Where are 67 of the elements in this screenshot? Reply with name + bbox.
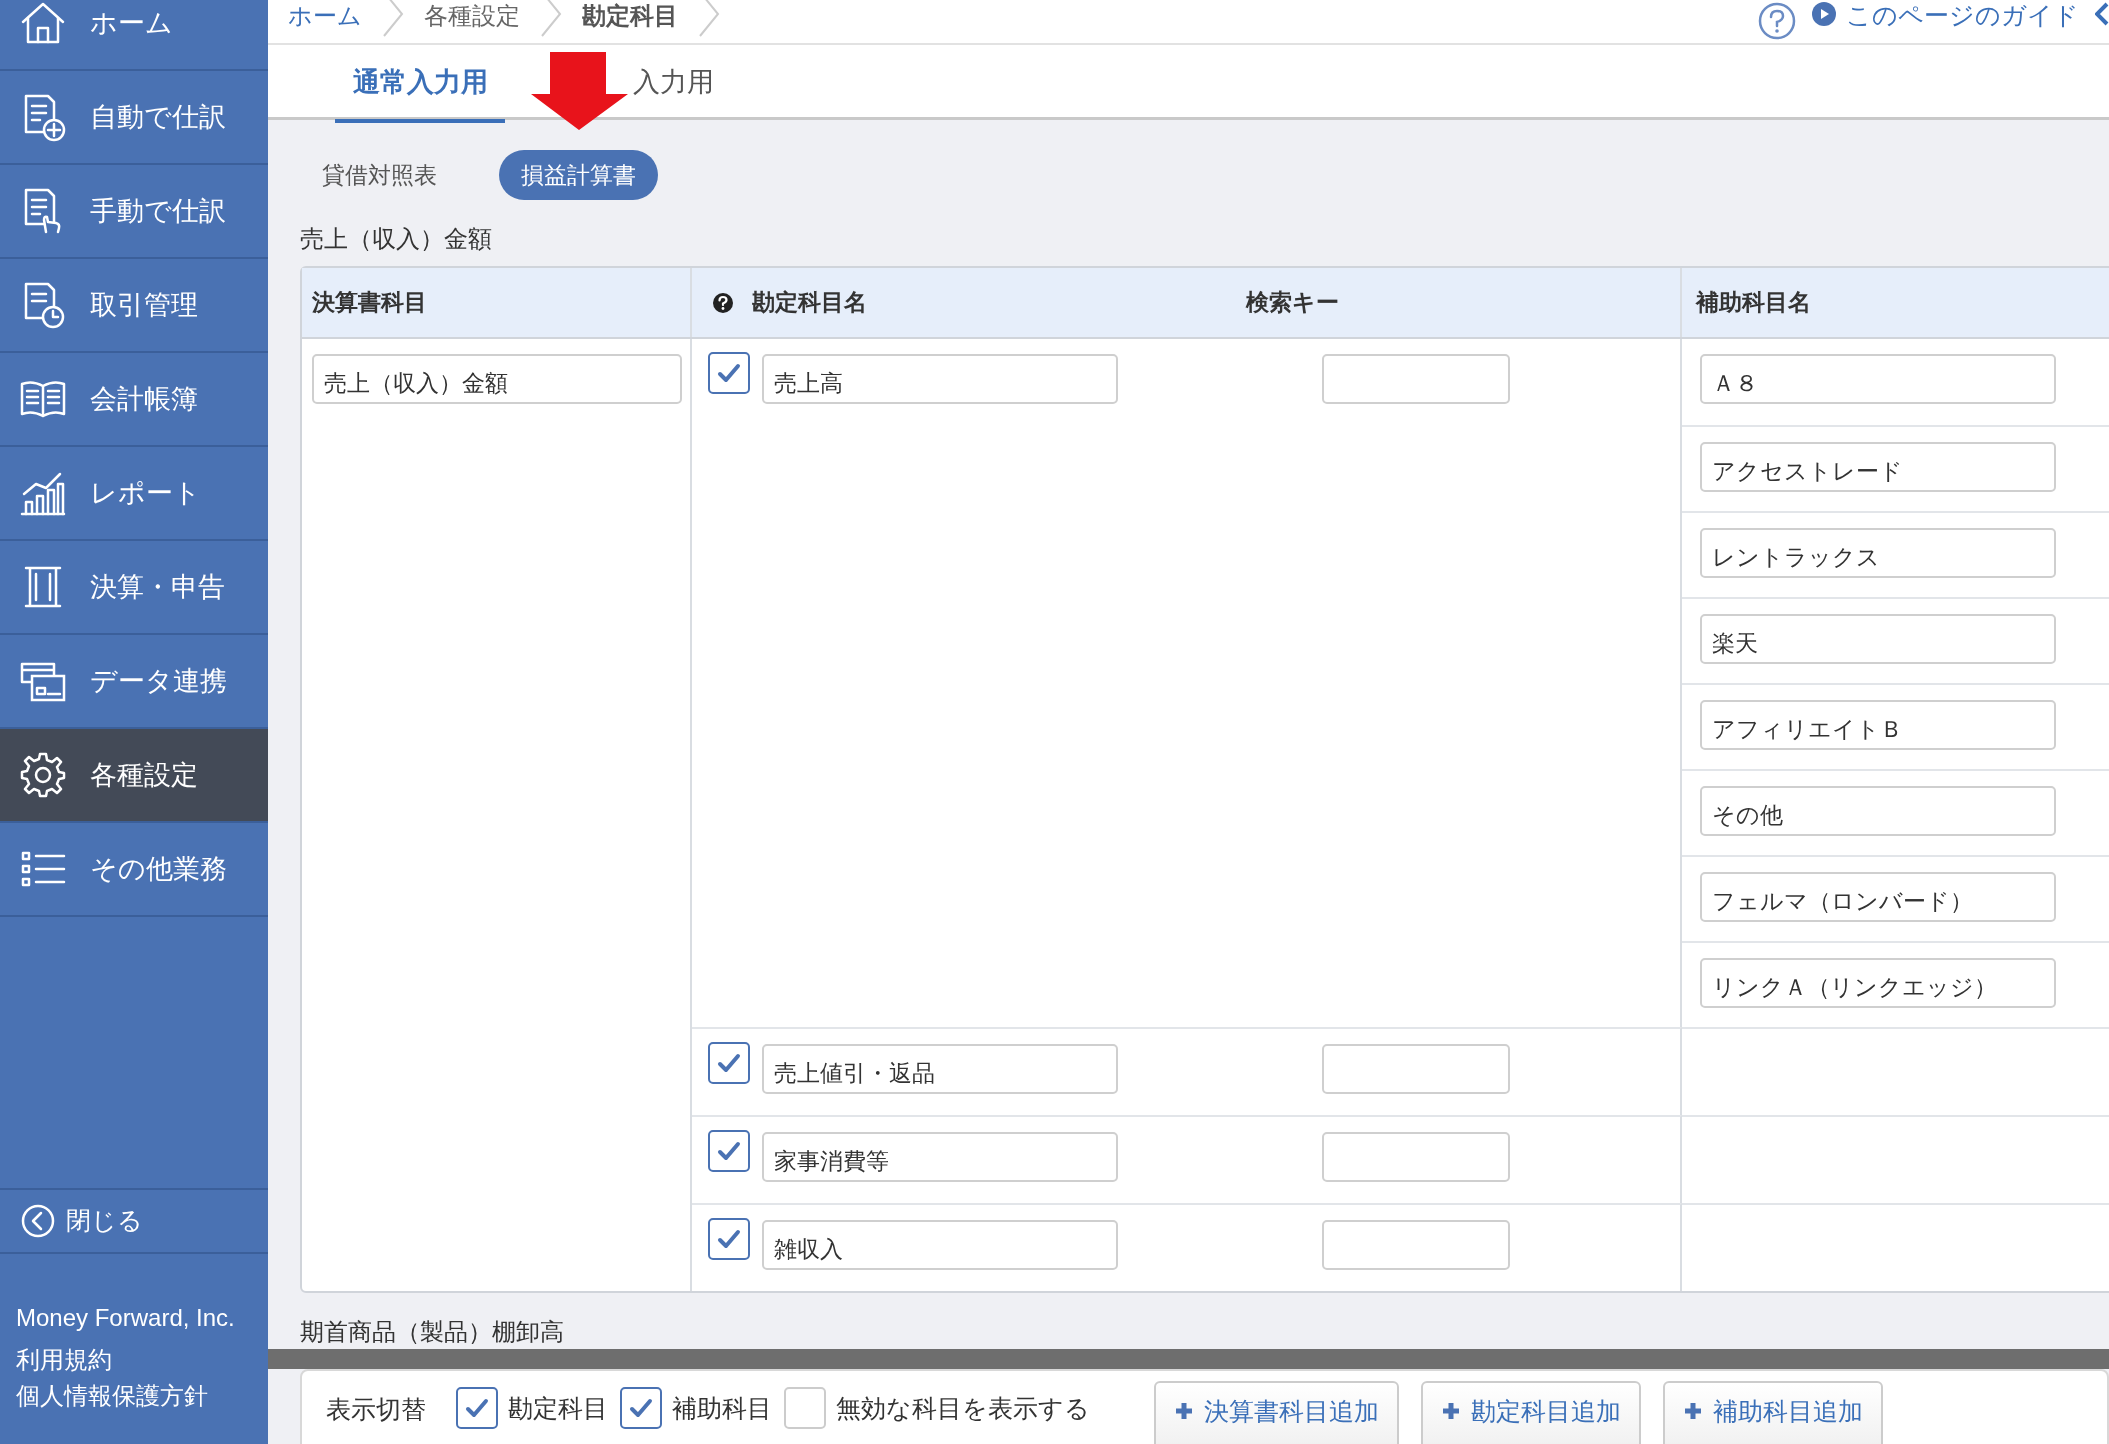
help-icon[interactable] — [712, 291, 734, 314]
sub-account-field[interactable]: 楽天 — [1700, 614, 2056, 664]
chevron-right-icon — [698, 0, 720, 37]
sidebar-item[interactable]: 決算・申告 — [0, 541, 268, 635]
sub-account-field[interactable]: アクセストレード — [1700, 442, 2056, 492]
search-key-field[interactable] — [1322, 354, 1510, 404]
search-key-field[interactable] — [1322, 1132, 1510, 1182]
sidebar-item[interactable]: 各種設定 — [0, 729, 268, 823]
checkbox-label: 補助科目 — [672, 1393, 772, 1425]
sub-account-field[interactable]: リンクＡ（リンクエッジ） — [1700, 958, 2056, 1008]
checkbox[interactable] — [708, 1042, 750, 1084]
close-link[interactable]: 閉じる — [0, 1188, 268, 1254]
sub-account-field[interactable]: Ａ８ — [1700, 354, 2056, 404]
column-header: 検索キー — [1244, 288, 1339, 318]
chevron-right-icon — [540, 0, 562, 37]
checkbox-label: 勘定科目 — [508, 1393, 608, 1425]
sub-account-field[interactable]: レントラックス — [1700, 528, 2056, 578]
account-name-field[interactable]: 家事消費等 — [762, 1132, 1118, 1182]
account-name-field[interactable]: 雑収入 — [762, 1220, 1118, 1270]
sidebar-item[interactable]: 自動で仕訳 — [0, 71, 268, 165]
add-button[interactable]: 補助科目追加 — [1663, 1381, 1883, 1444]
guide-link[interactable]: このページのガイド — [1812, 2, 2079, 28]
sidebar-item[interactable]: 取引管理 — [0, 259, 268, 353]
search-key-field[interactable] — [1322, 1220, 1510, 1270]
breadcrumb-current: 勘定科目 — [582, 2, 678, 30]
tab[interactable]: 入力用 — [629, 45, 714, 123]
chevron-right-icon — [382, 0, 404, 37]
add-button[interactable]: 決算書科目追加 — [1154, 1381, 1399, 1444]
checkbox[interactable] — [620, 1387, 662, 1429]
checkbox[interactable] — [456, 1387, 498, 1429]
company-name: Money Forward, Inc. — [15, 1303, 236, 1333]
footer-link[interactable]: 個人情報保護方針 — [0, 1378, 268, 1414]
plus-icon — [1683, 1401, 1703, 1421]
column-header: 補助科目名 — [1694, 289, 1811, 316]
section-title: 期首商品（製品）棚卸高 — [300, 1317, 565, 1347]
sub-account-field[interactable]: アフィリエイトＢ — [1700, 700, 2056, 750]
checkbox[interactable] — [708, 1218, 750, 1260]
sidebar-item[interactable]: その他業務 — [0, 823, 268, 917]
account-name-field[interactable]: 売上値引・返品 — [762, 1044, 1118, 1094]
chevron-left-icon — [20, 1203, 56, 1239]
toggle-label: 表示切替 — [326, 1394, 426, 1425]
column-header: 勘定科目名 — [751, 288, 867, 318]
sub-account-field[interactable]: その他 — [1700, 786, 2056, 836]
plus-icon — [1174, 1401, 1194, 1421]
breadcrumb-link[interactable]: ホーム — [288, 2, 362, 30]
search-key-field[interactable] — [1322, 1044, 1510, 1094]
plus-icon — [1441, 1401, 1461, 1421]
chevron-left-icon[interactable] — [2095, 2, 2109, 28]
checkbox-label: 無効な科目を表示する — [836, 1393, 1090, 1425]
section-title: 売上（収入）金額 — [300, 224, 493, 254]
checkbox[interactable] — [708, 352, 750, 394]
settings-icon — [18, 750, 68, 800]
add-button[interactable]: 勘定科目追加 — [1421, 1381, 1641, 1444]
account-name-field[interactable]: 売上高 — [762, 354, 1118, 404]
statement-tab[interactable]: 貸借対照表 — [300, 150, 459, 200]
breadcrumb-item: 各種設定 — [424, 2, 520, 30]
statement-item-field[interactable]: 売上（収入）金額 — [312, 354, 682, 404]
column-header: 決算書科目 — [311, 288, 427, 318]
footer-link[interactable]: 利用規約 — [0, 1342, 268, 1378]
sub-account-field[interactable]: フェルマ（ロンバード） — [1700, 872, 2056, 922]
sidebar-item[interactable]: 手動で仕訳 — [0, 165, 268, 259]
down-arrow-icon — [531, 52, 629, 130]
sidebar-item[interactable]: 会計帳簿 — [0, 353, 268, 447]
sidebar-item[interactable]: レポート — [0, 447, 268, 541]
checkbox[interactable] — [708, 1130, 750, 1172]
statement-tab[interactable]: 損益計算書 — [499, 150, 658, 200]
tab[interactable]: 通常入力用 — [335, 45, 505, 123]
